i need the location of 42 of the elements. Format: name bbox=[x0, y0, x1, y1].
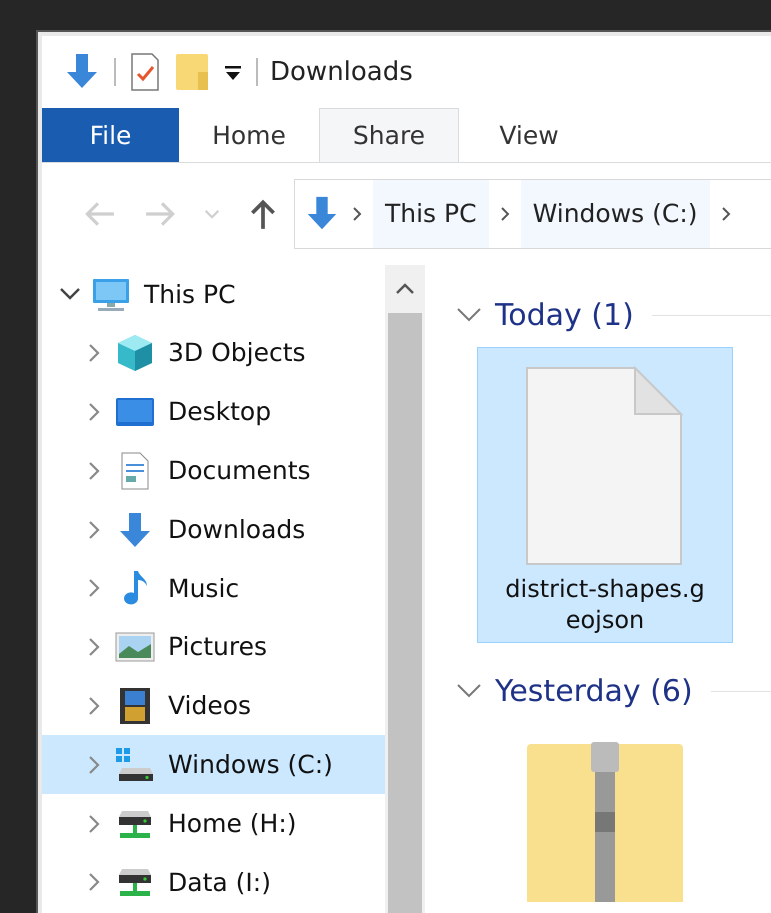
ribbon-tab[interactable]: Home bbox=[179, 108, 319, 162]
ribbon-tab[interactable]: View bbox=[459, 108, 599, 162]
tree-item[interactable]: Videos bbox=[42, 676, 385, 736]
chevron-icon[interactable] bbox=[720, 205, 732, 223]
tree-item[interactable]: Desktop bbox=[42, 382, 385, 442]
file-icon bbox=[525, 366, 685, 566]
group-chevron-icon[interactable] bbox=[455, 306, 483, 324]
tree-item[interactable]: Downloads bbox=[42, 500, 385, 559]
tree-item[interactable]: Home (H:) bbox=[42, 794, 385, 853]
breadcrumb-segment[interactable]: Windows (C:) bbox=[520, 180, 710, 248]
window-title: Downloads bbox=[270, 56, 413, 88]
expand-chevron-icon[interactable] bbox=[86, 342, 102, 364]
group-header[interactable]: Yesterday (6) bbox=[495, 668, 693, 714]
expand-chevron-icon[interactable] bbox=[86, 812, 102, 835]
expand-chevron-icon[interactable] bbox=[86, 636, 102, 658]
address-bar[interactable]: This PC Windows (C:) bbox=[294, 179, 771, 249]
tree-item[interactable]: Music bbox=[42, 558, 385, 618]
breadcrumb-segment[interactable]: This PC bbox=[373, 180, 489, 248]
scrollbar[interactable] bbox=[385, 265, 425, 913]
expand-chevron-icon[interactable] bbox=[86, 518, 102, 541]
tree-item[interactable]: Pictures bbox=[42, 618, 385, 677]
chevron-icon[interactable] bbox=[351, 205, 363, 223]
ribbon-tab[interactable]: Share bbox=[319, 108, 459, 162]
tree-item[interactable]: Windows (C:) bbox=[42, 735, 385, 794]
expand-chevron-icon[interactable] bbox=[86, 754, 102, 776]
expand-chevron-icon[interactable] bbox=[86, 577, 102, 600]
scroll-up-icon[interactable] bbox=[394, 282, 416, 296]
chevron-icon[interactable] bbox=[498, 205, 511, 223]
expand-chevron-icon[interactable] bbox=[86, 460, 102, 482]
file-menu-button[interactable]: File bbox=[42, 108, 179, 162]
expand-chevron-icon[interactable] bbox=[86, 400, 102, 423]
expand-chevron-icon[interactable] bbox=[86, 694, 102, 717]
file-name: district-shapes.geojson bbox=[504, 574, 706, 636]
tree-item[interactable]: 3D Objects bbox=[42, 324, 385, 383]
file-tile[interactable]: district-shapes.geojson bbox=[477, 347, 733, 644]
collapse-chevron-icon[interactable] bbox=[58, 286, 82, 302]
expand-chevron-icon[interactable] bbox=[86, 871, 102, 894]
tree-item[interactable]: Documents bbox=[42, 441, 385, 500]
tree-item[interactable]: Data (I:) bbox=[42, 852, 385, 912]
tree-item[interactable]: This PC bbox=[42, 265, 385, 324]
zip-folder-icon bbox=[525, 742, 685, 902]
group-header[interactable]: Today (1) bbox=[495, 292, 634, 338]
